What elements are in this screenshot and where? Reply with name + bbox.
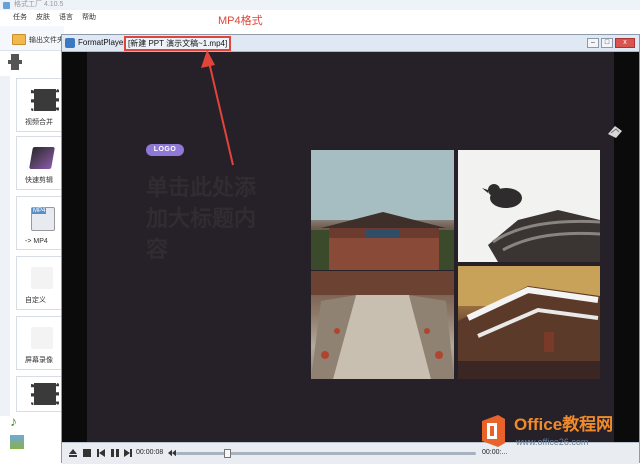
pause-icon[interactable] [110, 448, 120, 458]
office-logo-icon [482, 415, 505, 447]
folder-icon [12, 34, 26, 45]
seek-bar[interactable] [176, 452, 476, 455]
music-note-icon[interactable]: ♪ [10, 413, 17, 429]
sidebar-item-custom[interactable]: 自定义 [16, 256, 62, 310]
app-logo-icon [3, 2, 10, 9]
sidebar-item-quick-cut[interactable]: 快速剪辑 [16, 136, 62, 190]
sidebar-item-label: 自定义 [25, 297, 46, 304]
annotation-arrow-icon [201, 50, 234, 166]
output-folder-label: 输出文件夹 [29, 36, 64, 44]
player-window: FormatPlayer [新建 PPT 演示文稿~1.mp4] – □ x L… [61, 34, 640, 464]
sidebar-item-label: -> MP4 [25, 238, 48, 245]
sidebar-strip [0, 76, 10, 416]
palace-gate-image [311, 150, 454, 270]
rewind-icon[interactable] [168, 448, 176, 458]
snow-roof-image [458, 266, 600, 379]
app-titlebar: 格式工厂 4.10.5 [0, 0, 640, 10]
mp4-icon: MP4 [31, 207, 55, 231]
mp4-badge: MP4 [32, 208, 47, 214]
current-time: 00:00:08 [136, 449, 164, 456]
photo-palace-stairs [311, 271, 454, 379]
film-icon [31, 383, 59, 405]
screen-record-icon [31, 327, 53, 349]
video-category-icon[interactable] [8, 54, 22, 70]
picture-category-icon[interactable] [10, 435, 24, 449]
watermark-title-cn: 教程网 [562, 415, 614, 434]
minimize-button[interactable]: – [587, 38, 599, 48]
photo-roof-bird [458, 150, 600, 262]
player-app-icon [65, 38, 75, 48]
player-titlebar[interactable]: FormatPlayer [新建 PPT 演示文稿~1.mp4] – □ x [62, 35, 639, 52]
previous-icon[interactable] [96, 448, 106, 458]
menu-language[interactable]: 语言 [59, 12, 73, 24]
stop-icon[interactable] [82, 448, 92, 458]
watermark-title-latin: Office [514, 415, 563, 434]
player-app-name: FormatPlayer [78, 38, 127, 47]
sidebar-item-label: 视频合并 [25, 119, 53, 126]
app-menubar: 任务 皮肤 语言 帮助 [0, 12, 96, 24]
slide-logo-badge: LOGO [146, 144, 184, 156]
letterbox-left [62, 52, 87, 442]
menu-help[interactable]: 帮助 [82, 12, 96, 24]
quick-cut-icon [29, 147, 55, 169]
close-button[interactable]: x [615, 38, 635, 48]
roof-bird-image [458, 150, 600, 262]
corner-sketch-icon [608, 126, 622, 138]
app-toolbar: 输出文件夹 [0, 26, 64, 51]
sidebar-item-label: 屏幕录像 [25, 357, 53, 364]
menu-skin[interactable]: 皮肤 [36, 12, 50, 24]
seek-handle[interactable] [223, 449, 231, 458]
letterbox-right [614, 52, 639, 442]
menu-task[interactable]: 任务 [13, 12, 27, 24]
sidebar-item-mp4[interactable]: MP4 -> MP4 [16, 196, 62, 250]
video-area[interactable]: LOGO 单击此处添加大标题内容 [87, 52, 622, 442]
annotation-label: MP4格式 [218, 15, 263, 27]
photo-palace-gate [311, 150, 454, 270]
video-merge-icon [31, 89, 59, 111]
sidebar-item-label: 快速剪辑 [25, 177, 53, 184]
custom-icon [31, 267, 53, 289]
palace-stairs-image [311, 271, 454, 379]
next-icon[interactable] [123, 448, 133, 458]
output-folder-button[interactable]: 输出文件夹 [12, 34, 64, 45]
watermark: Office教程网 www.office26.com [478, 412, 640, 456]
eject-icon[interactable] [68, 448, 78, 458]
window-buttons: – □ x [587, 38, 635, 48]
maximize-button[interactable]: □ [601, 38, 613, 48]
sidebar-item-screen-record[interactable]: 屏幕录像 [16, 316, 62, 370]
app-title: 格式工厂 4.10.5 [14, 1, 64, 8]
photo-snow-roof [458, 266, 600, 379]
watermark-url: www.office26.com [516, 437, 589, 447]
sidebar-item-more[interactable] [16, 376, 62, 412]
sidebar-item-video-merge[interactable]: 视频合并 [16, 78, 62, 132]
slide-title: 单击此处添加大标题内容 [146, 175, 257, 262]
watermark-title: Office教程网 [514, 415, 613, 435]
